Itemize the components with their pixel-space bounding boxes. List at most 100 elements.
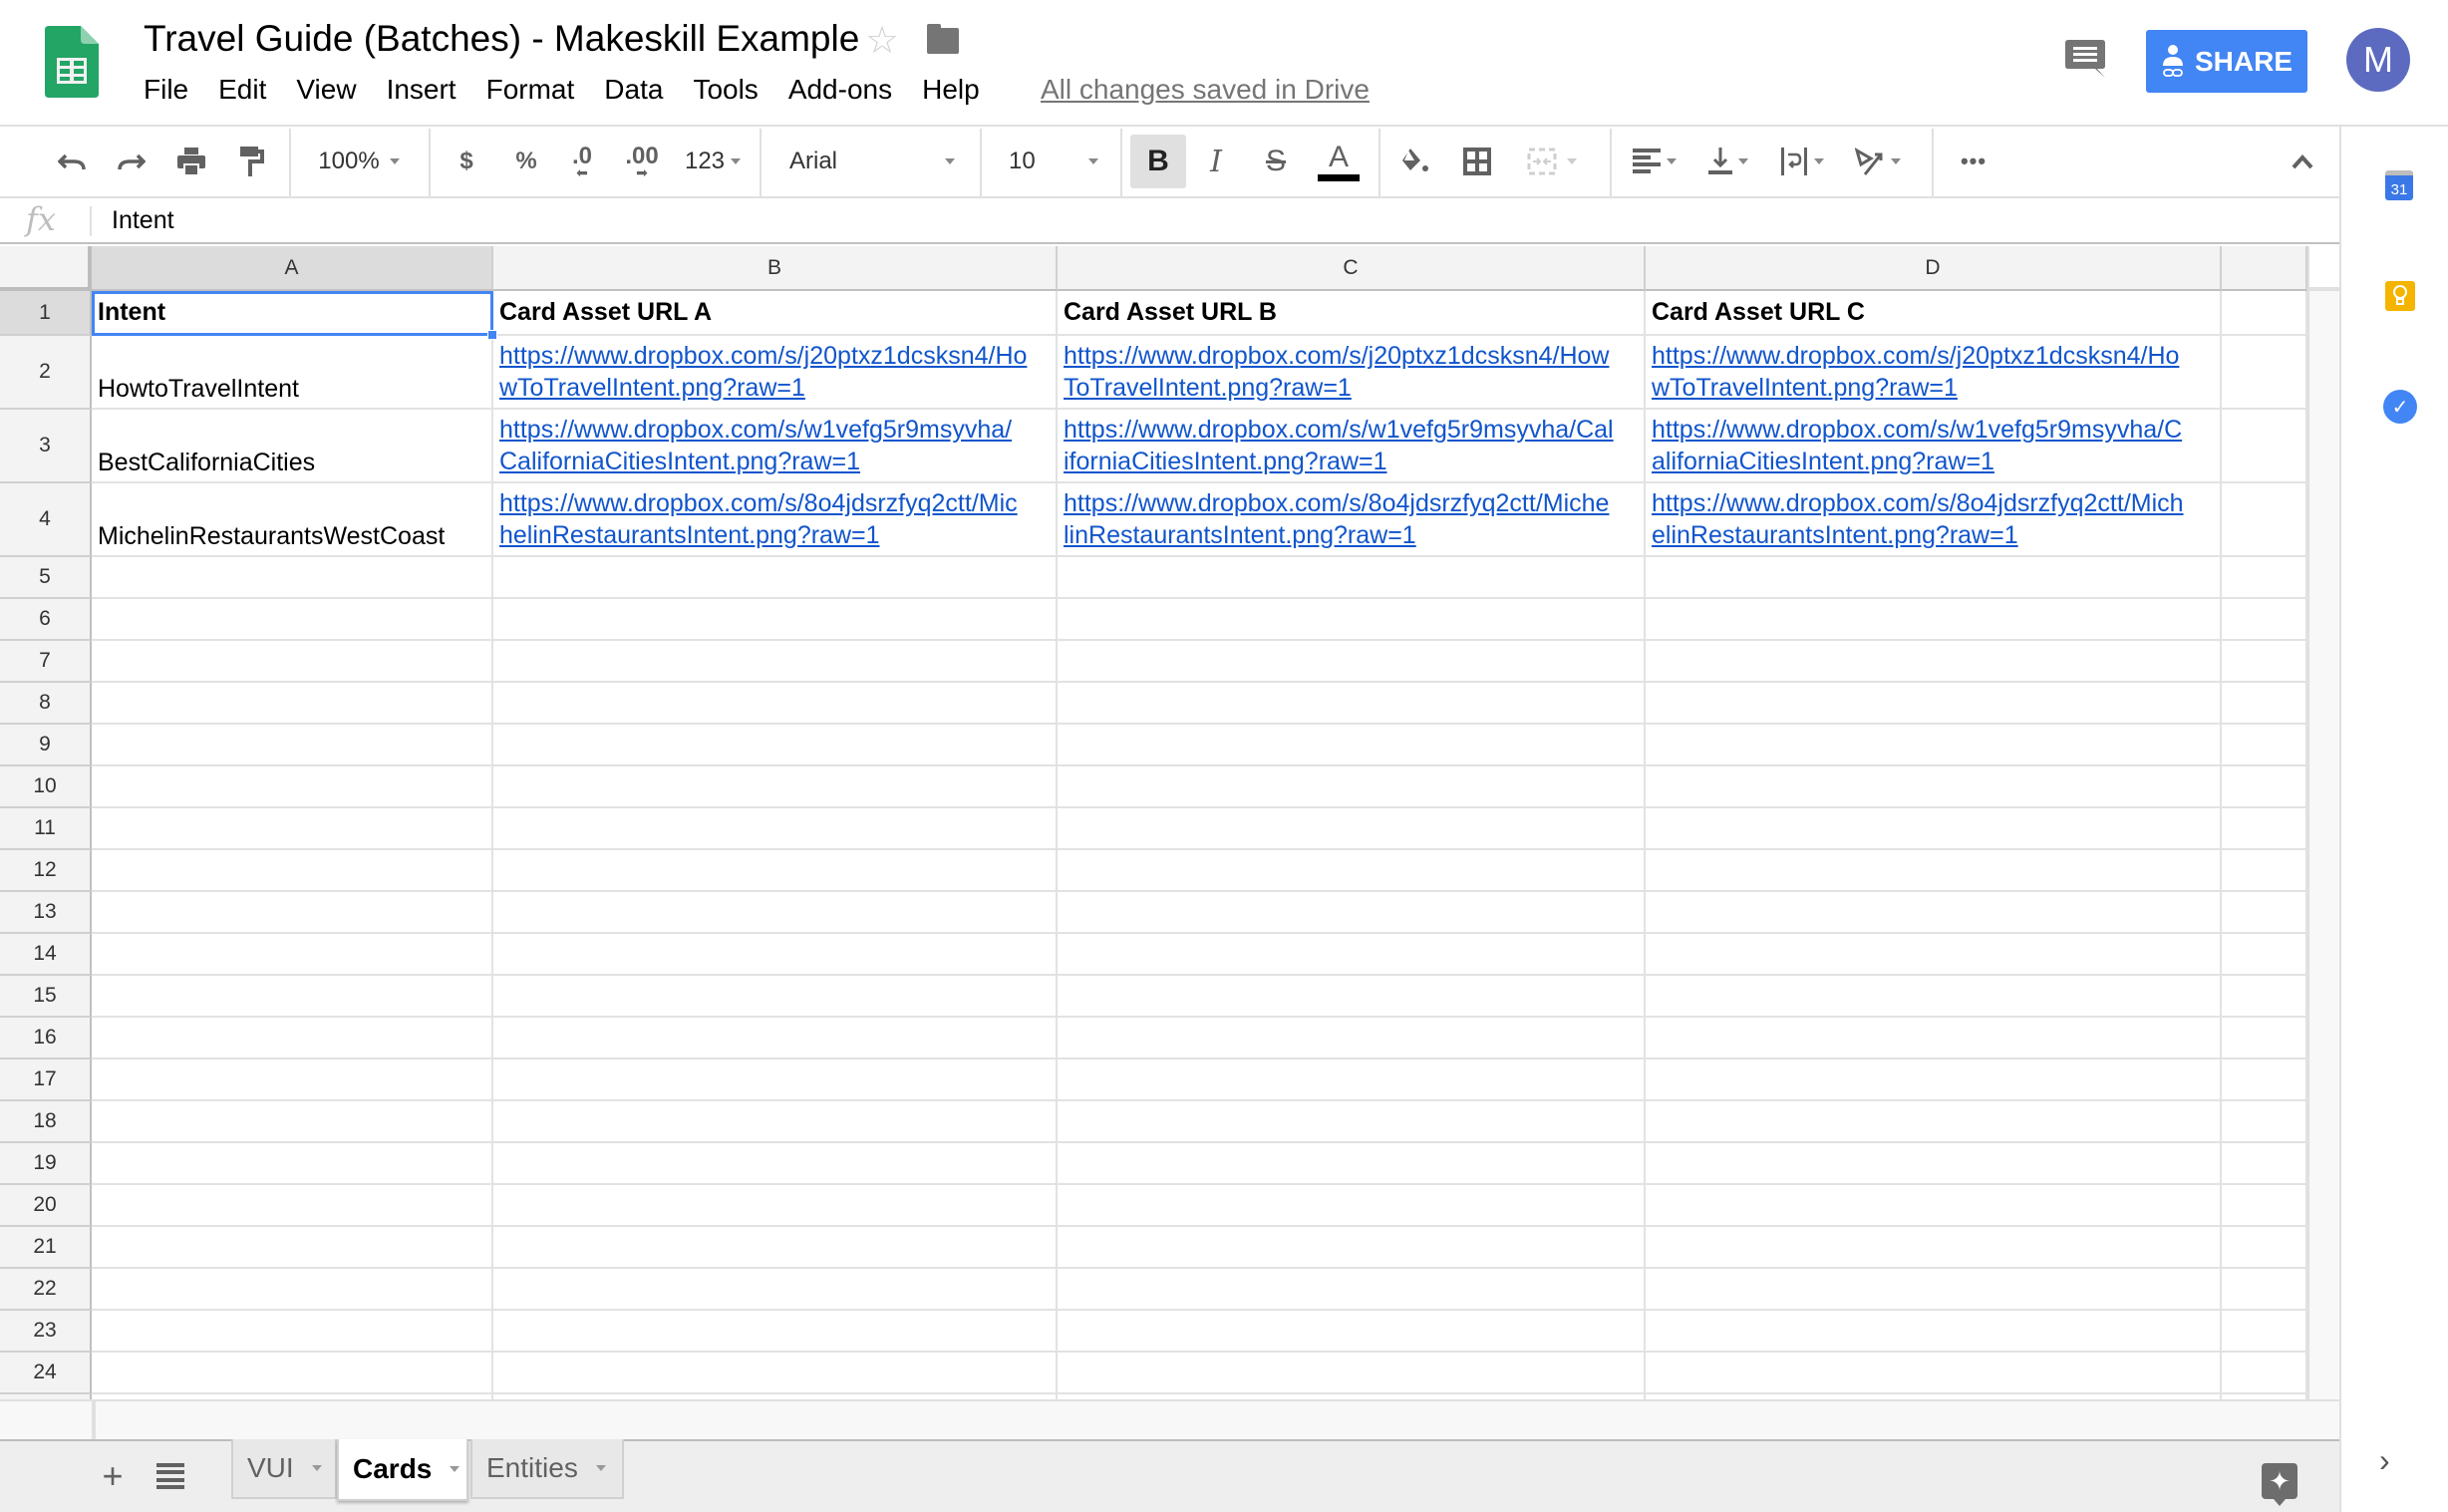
menu-add-ons[interactable]: Add-ons <box>788 74 892 106</box>
cell-e22[interactable] <box>2222 1269 2307 1311</box>
cell-a1[interactable]: Intent <box>92 291 493 336</box>
font-size-select[interactable]: 10 <box>995 127 1106 196</box>
cell-a9[interactable] <box>92 725 493 766</box>
paint-format-button[interactable] <box>231 127 271 196</box>
cell-a22[interactable] <box>92 1269 493 1311</box>
redo-button[interactable] <box>112 127 152 196</box>
cell-c5[interactable] <box>1058 557 1646 599</box>
cell-e16[interactable] <box>2222 1018 2307 1059</box>
cell-a13[interactable] <box>92 892 493 934</box>
cell-d17[interactable] <box>1646 1059 2222 1101</box>
borders-button[interactable] <box>1455 127 1499 196</box>
fill-handle[interactable] <box>487 330 497 340</box>
cell-b23[interactable] <box>493 1311 1058 1353</box>
cell-a7[interactable] <box>92 641 493 683</box>
cell-e5[interactable] <box>2222 557 2307 599</box>
cell-d13[interactable] <box>1646 892 2222 934</box>
cell-a12[interactable] <box>92 850 493 892</box>
add-sheet-button[interactable]: + <box>95 1451 131 1501</box>
cell-a19[interactable] <box>92 1143 493 1185</box>
cell-b8[interactable] <box>493 683 1058 725</box>
cell-a21[interactable] <box>92 1227 493 1269</box>
cell-c2-link[interactable]: https://www.dropbox.com/s/j20ptxz1dcsksn… <box>1058 336 1646 410</box>
cell-c6[interactable] <box>1058 599 1646 641</box>
cell-c11[interactable] <box>1058 808 1646 850</box>
cell-a6[interactable] <box>92 599 493 641</box>
account-avatar[interactable]: M <box>2346 28 2410 92</box>
cell-b15[interactable] <box>493 976 1058 1018</box>
cell-e12[interactable] <box>2222 850 2307 892</box>
cell-e6[interactable] <box>2222 599 2307 641</box>
cell-e2[interactable] <box>2222 336 2307 410</box>
cell-b19[interactable] <box>493 1143 1058 1185</box>
save-status-link[interactable]: All changes saved in Drive <box>1041 74 1370 106</box>
cell-b5[interactable] <box>493 557 1058 599</box>
cell-a15[interactable] <box>92 976 493 1018</box>
collapse-toolbar-button[interactable] <box>2283 127 2322 196</box>
calendar-icon[interactable]: 31 <box>2385 170 2413 200</box>
row-header[interactable]: 23 <box>0 1311 92 1353</box>
cell-c8[interactable] <box>1058 683 1646 725</box>
cell-b21[interactable] <box>493 1227 1058 1269</box>
row-header[interactable]: 9 <box>0 725 92 766</box>
cell-e17[interactable] <box>2222 1059 2307 1101</box>
cell-c21[interactable] <box>1058 1227 1646 1269</box>
cell-c4-link[interactable]: https://www.dropbox.com/s/8o4jdsrzfyq2ct… <box>1058 483 1646 557</box>
font-family-select[interactable]: Arial <box>777 127 967 196</box>
cell-e13[interactable] <box>2222 892 2307 934</box>
cell-d16[interactable] <box>1646 1018 2222 1059</box>
cell-d7[interactable] <box>1646 641 2222 683</box>
all-sheets-menu-button[interactable] <box>156 1463 184 1489</box>
cell-c12[interactable] <box>1058 850 1646 892</box>
cell-e10[interactable] <box>2222 766 2307 808</box>
row-header[interactable]: 10 <box>0 766 92 808</box>
cell-d10[interactable] <box>1646 766 2222 808</box>
row-header[interactable]: 22 <box>0 1269 92 1311</box>
sheet-tab-cards[interactable]: Cards <box>337 1439 468 1501</box>
cell-d21[interactable] <box>1646 1227 2222 1269</box>
keep-icon[interactable] <box>2385 281 2415 311</box>
cell-c3-link[interactable]: https://www.dropbox.com/s/w1vefg5r9msyvh… <box>1058 410 1646 483</box>
cell-a2[interactable]: HowtoTravelIntent <box>92 336 493 410</box>
row-header[interactable]: 3 <box>0 410 92 483</box>
cell-b3-link[interactable]: https://www.dropbox.com/s/w1vefg5r9msyvh… <box>493 410 1058 483</box>
cell-a5[interactable] <box>92 557 493 599</box>
select-all-corner[interactable] <box>0 246 92 291</box>
comments-icon[interactable] <box>2065 40 2105 78</box>
cell-d18[interactable] <box>1646 1101 2222 1143</box>
cell-e19[interactable] <box>2222 1143 2307 1185</box>
cell-e11[interactable] <box>2222 808 2307 850</box>
cell-d9[interactable] <box>1646 725 2222 766</box>
cell-e21[interactable] <box>2222 1227 2307 1269</box>
row-header[interactable]: 1 <box>0 291 92 336</box>
currency-format-button[interactable]: $ <box>447 127 486 196</box>
menu-file[interactable]: File <box>144 74 188 106</box>
row-header[interactable]: 18 <box>0 1101 92 1143</box>
cell-c16[interactable] <box>1058 1018 1646 1059</box>
cell-a4[interactable]: MichelinRestaurantsWestCoast <box>92 483 493 557</box>
cell-b10[interactable] <box>493 766 1058 808</box>
cell-a24[interactable] <box>92 1353 493 1394</box>
cell-e7[interactable] <box>2222 641 2307 683</box>
cell-a16[interactable] <box>92 1018 493 1059</box>
column-header-c[interactable]: C <box>1058 246 1646 291</box>
cell-a17[interactable] <box>92 1059 493 1101</box>
cell-b20[interactable] <box>493 1185 1058 1227</box>
cell-a8[interactable] <box>92 683 493 725</box>
cell-d24[interactable] <box>1646 1353 2222 1394</box>
horizontal-align-button[interactable] <box>1623 127 1686 196</box>
menu-view[interactable]: View <box>296 74 356 106</box>
menu-help[interactable]: Help <box>922 74 980 106</box>
cell-b11[interactable] <box>493 808 1058 850</box>
cell-e3[interactable] <box>2222 410 2307 483</box>
cell-b17[interactable] <box>493 1059 1058 1101</box>
cell-b16[interactable] <box>493 1018 1058 1059</box>
increase-decimal-button[interactable]: .00 ➡ <box>620 127 664 196</box>
strikethrough-button[interactable]: S <box>1256 127 1296 196</box>
zoom-select[interactable]: 100% <box>304 127 414 196</box>
row-header[interactable]: 12 <box>0 850 92 892</box>
cell-d11[interactable] <box>1646 808 2222 850</box>
cell-b2-link[interactable]: https://www.dropbox.com/s/j20ptxz1dcsksn… <box>493 336 1058 410</box>
italic-button[interactable]: I <box>1196 127 1236 196</box>
cell-c24[interactable] <box>1058 1353 1646 1394</box>
